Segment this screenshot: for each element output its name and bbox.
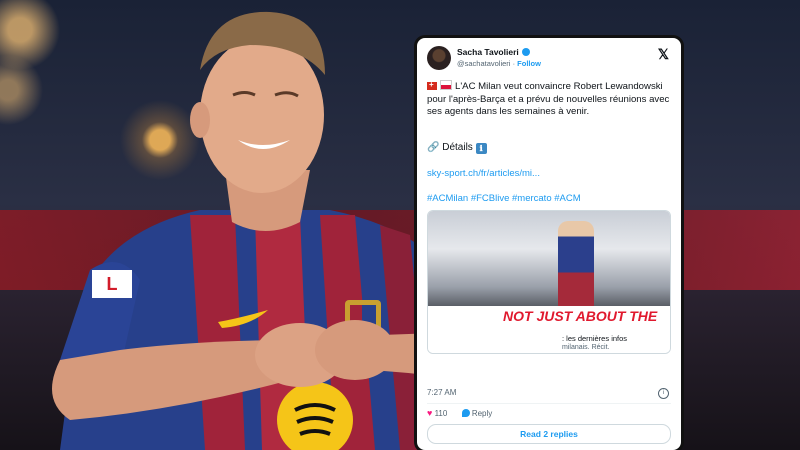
- poland-flag-icon: [440, 80, 452, 90]
- author-avatar[interactable]: [427, 46, 451, 70]
- preview-player-figure: [558, 221, 594, 307]
- preview-subtitle: milanais. Récit.: [562, 344, 610, 351]
- read-replies-button[interactable]: Read 2 replies: [427, 424, 671, 444]
- author-handle-line: @sachatavolieri · Follow: [457, 59, 541, 68]
- preview-image: [428, 211, 670, 307]
- reply-icon[interactable]: [461, 409, 470, 417]
- details-line: 🔗 Détails ℹ: [427, 142, 487, 154]
- tweet-actions: ♥ 110 Reply: [427, 408, 492, 418]
- tweet-header: Sacha Tavolieri @sachatavolieri · Follow…: [427, 46, 671, 72]
- verified-badge-icon: [521, 48, 530, 56]
- info-circle-icon[interactable]: i: [658, 388, 669, 399]
- preview-title: : les dernières infos: [562, 334, 628, 343]
- switzerland-flag-icon: [427, 79, 437, 92]
- svg-text:L: L: [107, 274, 118, 294]
- divider: [427, 403, 671, 404]
- tweet-text: L'AC Milan veut convaincre Robert Lewand…: [427, 79, 671, 119]
- author-name[interactable]: Sacha Tavolieri: [457, 47, 530, 57]
- author-handle[interactable]: @sachatavolieri: [457, 59, 510, 68]
- tweet-card[interactable]: Sacha Tavolieri @sachatavolieri · Follow…: [417, 38, 681, 450]
- like-heart-icon[interactable]: ♥: [427, 408, 432, 418]
- article-link[interactable]: sky-sport.ch/fr/articles/mi...: [427, 168, 540, 179]
- like-count: 110: [434, 409, 448, 418]
- hashtags[interactable]: #ACMilan #FCBlive #mercato #ACM: [427, 193, 581, 204]
- info-icon: ℹ: [475, 143, 487, 154]
- preview-banner: NOT JUST ABOUT THE: [428, 306, 670, 334]
- link-preview-card[interactable]: NOT JUST ABOUT THE : les dernières infos…: [427, 210, 671, 354]
- follow-button[interactable]: Follow: [517, 59, 541, 68]
- reply-label[interactable]: Reply: [472, 409, 492, 418]
- x-logo-icon[interactable]: 𝕏: [658, 46, 669, 63]
- tweet-timestamp[interactable]: 7:27 AM: [427, 388, 456, 397]
- preview-footer: : les dernières infos milanais. Récit.: [428, 334, 670, 353]
